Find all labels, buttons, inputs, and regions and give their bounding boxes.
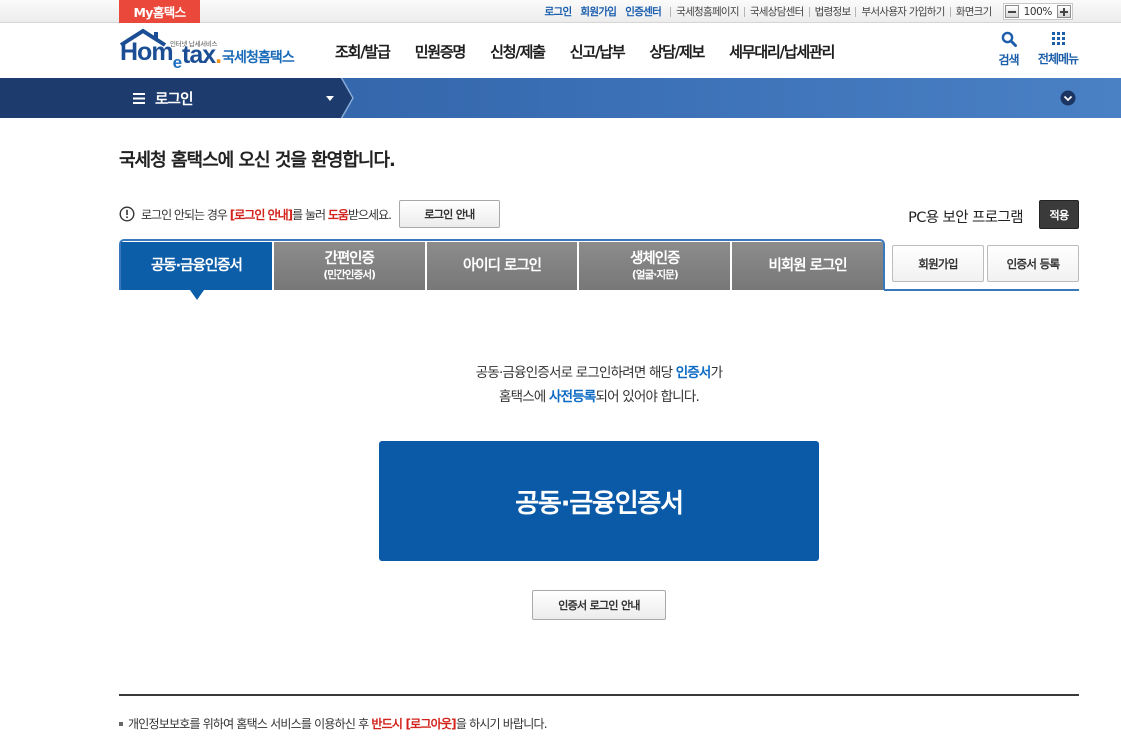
search-label: 검색	[998, 53, 1019, 67]
notice-line: 공동·금융인증서로 로그인하려면 해당 인증서가	[379, 361, 819, 385]
cert-login-guide-button[interactable]: 인증서 로그인 안내	[532, 590, 666, 620]
notice-emphasis: 인증서	[675, 365, 712, 381]
help-text-emphasis: 도움	[327, 207, 349, 222]
hamburger-icon	[133, 92, 145, 104]
security-apply-button[interactable]: 적용	[1039, 200, 1079, 229]
notice-text: 공동·금융인증서로 로그인하려면 해당	[475, 365, 676, 381]
law-info-link[interactable]: 법령정보	[808, 4, 856, 19]
logo-wordmark: Hom e tax .	[120, 38, 222, 72]
nav-item-civil-certificates[interactable]: 민원증명	[415, 41, 467, 62]
tab-non-member-login[interactable]: 비회원 로그인	[732, 242, 883, 290]
screen-size-label: 화면크기	[949, 4, 997, 19]
site-header: 인터넷 납세서비스 Hom e tax . 국세청홈택스 조회/발급 민원증명 …	[0, 23, 1121, 78]
tab-simple-auth[interactable]: 간편인증 (민간인증서)	[273, 242, 425, 290]
logo-word-part: e	[172, 53, 183, 72]
login-help-text: 로그인 안되는 경우 [로그인 안내]를 눌러 도움받으세요.	[141, 206, 392, 223]
search-icon	[1001, 31, 1017, 47]
tab-biometric[interactable]: 생체인증 (얼굴·지문)	[579, 242, 731, 290]
login-help-row: 로그인 안되는 경우 [로그인 안내]를 눌러 도움받으세요. 로그인 안내	[119, 200, 500, 228]
caret-down-icon	[326, 96, 334, 101]
dept-user-signup-link[interactable]: 부서사용자 가입하기	[855, 4, 949, 19]
chevron-down-circle-icon[interactable]	[1060, 90, 1076, 106]
security-program-label: PC용 보안 프로그램	[908, 210, 1023, 226]
all-menu-label: 전체메뉴	[1037, 52, 1079, 66]
joint-financial-cert-login-button[interactable]: 공동·금융인증서	[379, 441, 819, 561]
nav-item-tax-agent[interactable]: 세무대리/납세관리	[729, 41, 835, 62]
login-method-tabs: 공동·금융인증서 간편인증 (민간인증서) 아이디 로그인 생체인증 (얼굴·지…	[119, 239, 885, 290]
tab-sublabel: (얼굴·지문)	[631, 269, 679, 281]
help-text-part: 받으세요.	[347, 207, 392, 222]
minus-icon	[1007, 10, 1016, 13]
utility-bar: My홈택스 로그인 회원가입 인증센터 국세청홈페이지 국세상담센터 법령정보 …	[0, 0, 1121, 23]
logout-reminder: 개인정보보호를 위하여 홈택스 서비스를 이용하신 후 반드시 [로그아웃]을 …	[128, 715, 548, 732]
tabs-underline	[884, 289, 1079, 291]
footer-text-part: 을 하시기 바랍니다.	[455, 717, 548, 731]
footer-emphasis: 반드시 [로그아웃]	[371, 717, 456, 731]
utility-links: 로그인 회원가입 인증센터 국세청홈페이지 국세상담센터 법령정보 부서사용자 …	[545, 0, 1073, 23]
location-menu-dropdown[interactable]: 로그인	[120, 78, 340, 118]
tab-sublabel: (민간인증서)	[323, 269, 376, 281]
security-program-row: PC용 보안 프로그램 적용	[908, 200, 1079, 229]
plus-icon	[1060, 7, 1068, 16]
notice-text: 되어 있어야 합니다.	[595, 389, 700, 405]
nav-item-apply-submit[interactable]: 신청/제출	[490, 41, 546, 62]
bullet-icon	[119, 722, 123, 726]
login-guide-button[interactable]: 로그인 안내	[398, 200, 500, 228]
alert-circle-icon	[119, 206, 135, 222]
cert-center-link[interactable]: 인증센터	[625, 4, 662, 19]
signup-link[interactable]: 회원가입	[580, 4, 617, 19]
my-hometax-tab[interactable]: My홈택스	[119, 0, 200, 23]
tab-id-login[interactable]: 아이디 로그인	[426, 242, 578, 290]
footer-divider	[119, 694, 1079, 696]
member-signup-button[interactable]: 회원가입	[892, 245, 984, 282]
page-title: 국세청 홈택스에 오신 것을 환영합니다.	[119, 150, 396, 171]
tab-label: 비회원 로그인	[768, 258, 848, 274]
active-tab-pointer-icon	[190, 290, 204, 300]
tab-label: 간편인증	[324, 251, 375, 267]
help-text-link-ref: [로그인 안내]	[229, 207, 293, 222]
nav-item-consult-report[interactable]: 상담/제보	[649, 41, 705, 62]
notice-text: 가	[710, 365, 723, 381]
location-current-page: 로그인	[155, 91, 193, 108]
zoom-in-button[interactable]	[1057, 5, 1071, 18]
help-text-part: 를 눌러	[292, 207, 328, 222]
location-bar: 로그인	[0, 78, 1121, 118]
logo-word-part: tax	[182, 41, 216, 69]
cert-register-button[interactable]: 인증서 등록	[987, 245, 1079, 282]
nts-counsel-center-link[interactable]: 국세상담센터	[743, 4, 809, 19]
notice-line: 홈택스에 사전등록되어 있어야 합니다.	[379, 385, 819, 409]
logo-word-part: Hom	[120, 38, 174, 66]
nav-item-inquiry-issue[interactable]: 조회/발급	[335, 41, 391, 62]
cert-login-notice: 공동·금융인증서로 로그인하려면 해당 인증서가 홈택스에 사전등록되어 있어야…	[379, 361, 819, 409]
breadcrumb-arrow-icon	[339, 78, 354, 118]
brand-name[interactable]: 국세청홈택스	[222, 47, 295, 67]
grid-icon	[1051, 32, 1065, 45]
tab-label: 아이디 로그인	[462, 258, 542, 274]
zoom-control: 100%	[1002, 3, 1073, 20]
footer-text-part: 개인정보보호를 위하여 홈택스 서비스를 이용하신 후	[128, 717, 372, 731]
all-menu-button[interactable]: 전체메뉴	[1035, 31, 1081, 67]
tab-joint-financial-cert[interactable]: 공동·금융인증서	[121, 242, 272, 290]
tab-label: 공동·금융인증서	[150, 258, 243, 274]
hometax-logo[interactable]: 인터넷 납세서비스 Hom e tax .	[119, 28, 222, 74]
help-text-part: 로그인 안되는 경우	[141, 207, 230, 222]
notice-text: 홈택스에	[499, 389, 550, 405]
nav-item-report-pay[interactable]: 신고/납부	[570, 41, 626, 62]
search-button[interactable]: 검색	[993, 31, 1024, 68]
tab-label: 생체인증	[630, 251, 680, 267]
notice-emphasis: 사전등록	[549, 389, 596, 405]
main-nav: 조회/발급 민원증명 신청/제출 신고/납부 상담/제보 세무대리/납세관리	[335, 23, 835, 78]
zoom-value: 100%	[1023, 5, 1053, 18]
login-link[interactable]: 로그인	[545, 4, 573, 19]
nts-homepage-link[interactable]: 국세청홈페이지	[670, 4, 744, 19]
zoom-out-button[interactable]	[1004, 5, 1019, 18]
